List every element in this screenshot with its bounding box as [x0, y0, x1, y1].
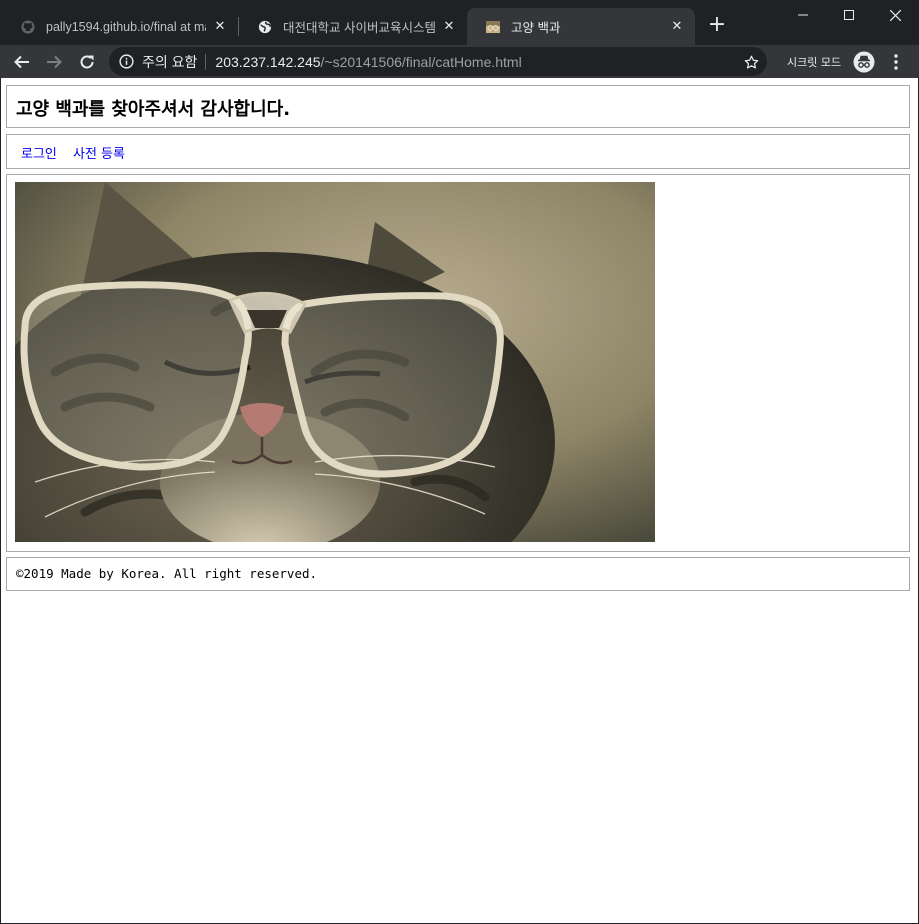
back-arrow-icon[interactable]	[10, 50, 34, 74]
tab-cyber-edu[interactable]: 대전대학교 사이버교육시스템 ✕	[239, 8, 467, 45]
forward-arrow-icon[interactable]	[42, 50, 66, 74]
tab-strip: pally1594.github.io/final at ma ✕ 대전대학교 …	[0, 0, 919, 45]
close-window-button[interactable]	[872, 0, 918, 30]
browser-toolbar: 주의 요함 203.237.142.245/~s20141506/final/c…	[0, 45, 919, 78]
page-viewport: 고양 백과를 찾아주셔서 감사합니다. 로그인 사전 등록 ©2019 Made…	[1, 78, 918, 923]
incognito-label[interactable]: 시크릿 모드	[787, 54, 841, 70]
close-tab-icon[interactable]: ✕	[669, 19, 685, 35]
cat-thumbnail-icon	[485, 19, 501, 35]
minimize-button[interactable]	[780, 0, 826, 30]
main-content	[6, 174, 910, 552]
new-tab-button[interactable]: +	[706, 14, 728, 37]
close-tab-icon[interactable]: ✕	[441, 19, 457, 35]
address-bar[interactable]: 주의 요함 203.237.142.245/~s20141506/final/c…	[109, 47, 767, 76]
omnibox-divider	[205, 53, 207, 70]
tab-title: pally1594.github.io/final at ma	[46, 19, 206, 34]
nav-bar: 로그인 사전 등록	[6, 134, 910, 169]
tab-github[interactable]: pally1594.github.io/final at ma ✕	[2, 8, 238, 45]
page-title: 고양 백과를 찾아주셔서 감사합니다.	[16, 99, 291, 120]
incognito-icon[interactable]	[852, 50, 876, 74]
reload-icon[interactable]	[75, 50, 99, 74]
github-icon	[20, 19, 36, 35]
url-host: 203.237.142.245	[215, 53, 321, 70]
maximize-button[interactable]	[826, 0, 872, 30]
page-header: 고양 백과를 찾아주셔서 감사합니다.	[6, 85, 910, 128]
url-path: /~s20141506/final/catHome.html	[320, 53, 522, 70]
cat-with-glasses-image	[15, 182, 655, 542]
tab-title: 고양 백과	[511, 21, 561, 35]
login-link[interactable]: 로그인	[21, 143, 57, 162]
page-footer: ©2019 Made by Korea. All right reserved.	[6, 557, 910, 591]
info-icon[interactable]	[119, 54, 134, 69]
copyright-text: ©2019 Made by Korea. All right reserved.	[16, 566, 318, 581]
bookmark-star-icon[interactable]	[741, 52, 761, 72]
tab-cat-encyclopedia[interactable]: 고양 백과 ✕	[467, 8, 695, 45]
globe-icon	[257, 19, 273, 35]
register-link[interactable]: 사전 등록	[73, 143, 125, 162]
tab-title: 대전대학교 사이버교육시스템	[283, 21, 435, 35]
menu-kebab-icon[interactable]	[884, 50, 908, 74]
close-tab-icon[interactable]: ✕	[212, 19, 228, 35]
security-status-label[interactable]: 주의 요함	[142, 52, 197, 72]
